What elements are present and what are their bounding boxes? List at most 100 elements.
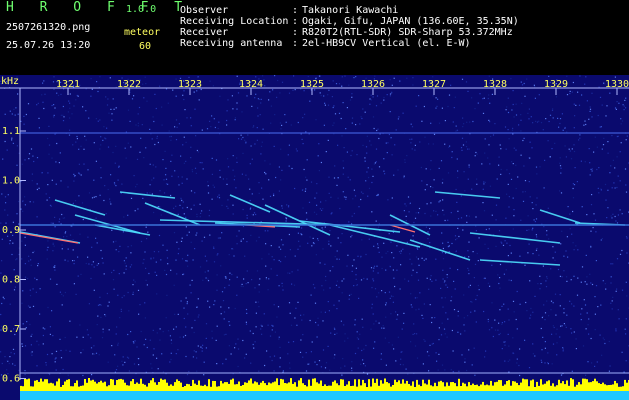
power-bar (494, 382, 496, 391)
info-colon: : (292, 16, 299, 27)
power-bar (392, 385, 394, 391)
power-bar (588, 382, 590, 391)
power-bar (416, 379, 418, 391)
power-bar (374, 382, 376, 391)
power-bar (460, 386, 462, 391)
power-bar (442, 382, 444, 391)
info-value: Ogaki, Gifu, JAPAN (136.60E, 35.35N) (302, 16, 519, 27)
power-bar (316, 382, 318, 391)
power-bar (62, 385, 64, 391)
power-bar (610, 384, 612, 391)
power-bar (244, 382, 246, 391)
power-bar (26, 379, 28, 391)
x-tick-label: 1330 (605, 79, 629, 90)
power-bar (552, 383, 554, 391)
y-tick-label: 0.6 (2, 374, 20, 385)
power-bar (260, 382, 262, 391)
x-tick-label: 1322 (117, 79, 141, 90)
power-bar (92, 379, 94, 391)
power-bar (188, 384, 190, 391)
info-colon: : (292, 5, 299, 16)
power-bar (82, 385, 84, 391)
power-bar (568, 385, 570, 391)
power-bar (438, 381, 440, 391)
power-bar (56, 381, 58, 391)
power-bar (314, 378, 316, 391)
info-row: Receiving Location: Ogaki, Gifu, JAPAN (1… (180, 16, 519, 27)
power-bar (418, 384, 420, 391)
power-bar (148, 383, 150, 391)
power-bar (304, 385, 306, 391)
power-bar (36, 380, 38, 391)
power-bar (226, 382, 228, 391)
power-bar (324, 384, 326, 391)
power-bar (594, 378, 596, 391)
power-bar (88, 378, 90, 391)
power-bar (606, 385, 608, 391)
info-key: Receiver (180, 27, 229, 38)
power-bar (612, 384, 614, 391)
info-key: Receiving Location (180, 16, 289, 27)
power-bar (572, 379, 574, 391)
power-bar (472, 383, 474, 391)
power-bar (196, 384, 198, 391)
power-bar (624, 379, 626, 391)
power-bar (554, 386, 556, 391)
app-brand: H R O F F T (6, 0, 192, 15)
power-bar (622, 386, 624, 391)
power-bar (28, 378, 30, 391)
power-bar (448, 385, 450, 391)
power-bar (408, 384, 410, 391)
power-bar (496, 381, 498, 391)
power-bar (426, 384, 428, 391)
power-bar (208, 379, 210, 391)
power-bar (502, 385, 504, 391)
power-bar (198, 380, 200, 391)
power-bar (578, 382, 580, 391)
power-bar (338, 385, 340, 391)
power-bar (136, 382, 138, 391)
power-bar (90, 380, 92, 391)
power-bar (236, 384, 238, 391)
power-bar (222, 383, 224, 391)
power-bar (520, 382, 522, 391)
power-bar (292, 383, 294, 391)
info-row: Receiving antenna:2el-HB9CV Vertical (el… (180, 38, 519, 49)
power-bar (168, 385, 170, 391)
power-bar (162, 379, 164, 391)
header-panel: H R O F F T 1.0.0 2507261320.png 25.07.2… (0, 0, 629, 75)
power-bar (262, 380, 264, 391)
power-bar (488, 385, 490, 391)
info-row: Receiver: R820T2(RTL-SDR) SDR-Sharp 53.37… (180, 27, 519, 38)
power-bar (254, 381, 256, 391)
power-bar (470, 385, 472, 391)
power-bar (398, 380, 400, 391)
power-bar (152, 378, 154, 391)
power-bar (242, 385, 244, 391)
x-tick-label: 1325 (300, 79, 324, 90)
power-bar (142, 383, 144, 391)
power-bar (394, 379, 396, 391)
power-bar (86, 382, 88, 391)
power-bar (54, 385, 56, 391)
power-bar (534, 387, 536, 391)
power-bar (270, 383, 272, 391)
power-bar (524, 379, 526, 391)
power-bar (312, 378, 314, 391)
power-bar (234, 384, 236, 391)
power-bar (106, 386, 108, 391)
x-tick-label: 1321 (56, 79, 80, 90)
power-bar (212, 380, 214, 391)
power-bar (300, 378, 302, 391)
info-key: Receiving antenna (180, 38, 283, 49)
power-bar (32, 386, 34, 391)
power-bar (146, 386, 148, 391)
power-bar (404, 383, 406, 391)
power-bar (580, 384, 582, 391)
spectrogram-plot: 1321 1322 1323 1324 1325 1326 1327 1328 1329 1330… (0, 75, 629, 400)
power-bar (266, 385, 268, 391)
image-filename: 2507261320.png (6, 22, 91, 33)
power-bar (500, 380, 502, 391)
power-bar (210, 386, 212, 391)
power-bar (58, 378, 60, 391)
